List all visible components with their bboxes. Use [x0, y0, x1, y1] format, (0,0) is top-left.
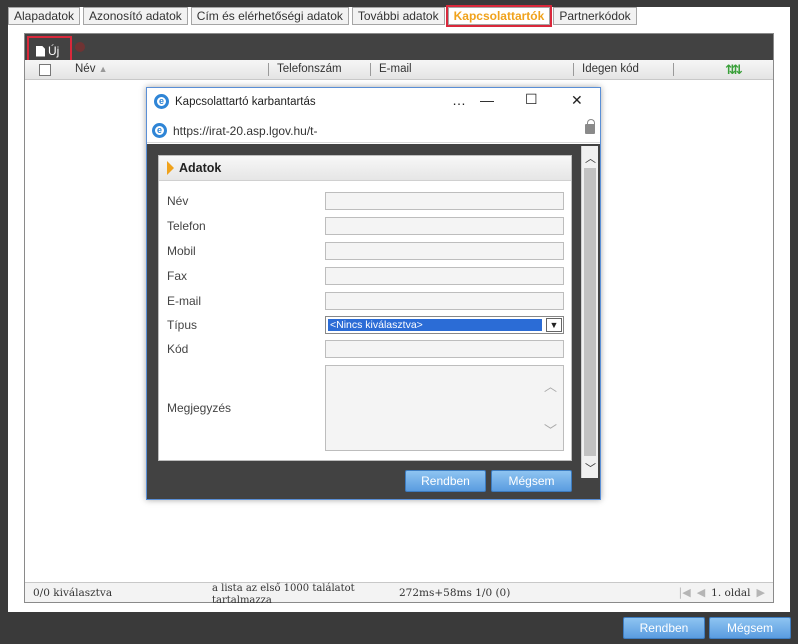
tab-azonosito-adatok[interactable]: Azonosító adatok — [83, 7, 188, 25]
column-header-email[interactable]: E-mail — [379, 63, 412, 75]
scrollbar-thumb[interactable] — [584, 168, 596, 456]
selection-count: 0/0 kiválasztva — [33, 587, 113, 599]
column-separator — [268, 63, 269, 76]
tab-bar: Alapadatok Azonosító adatok Cím és elérh… — [8, 5, 640, 27]
tab-alapadatok[interactable]: Alapadatok — [8, 7, 81, 25]
scroll-down-icon[interactable]: ﹀ — [582, 460, 599, 476]
phone-input[interactable] — [325, 217, 564, 235]
fax-input[interactable] — [325, 267, 564, 285]
tab-tovabbi-adatok[interactable]: További adatok — [351, 7, 445, 25]
form-panel: Adatok Név Telefon Mobil Fax E-mail Típu… — [158, 155, 572, 461]
expand-arrow-icon — [167, 161, 174, 175]
section-title: Adatok — [179, 161, 222, 175]
address-bar: e https://irat-20.asp.lgov.hu/t- — [147, 117, 600, 143]
select-all-checkbox[interactable] — [39, 64, 51, 76]
cancel-button[interactable]: Mégsem — [709, 617, 791, 639]
mobile-label: Mobil — [167, 244, 196, 258]
type-select-value: <Nincs kiválasztva> — [328, 319, 542, 331]
dialog-scrollbar[interactable]: ︿ ﹀ — [581, 146, 598, 478]
email-input[interactable] — [325, 292, 564, 310]
dialog-title: Kapcsolattartó karbantartás — [175, 96, 316, 108]
chevron-down-icon[interactable]: ▼ — [546, 318, 562, 332]
scroll-up-icon[interactable]: ︿ — [582, 150, 599, 166]
page-number: 1. oldal — [711, 586, 751, 599]
tab-partnerkodok[interactable]: Partnerkódok — [553, 7, 637, 25]
refresh-icon[interactable]: ⇅⇅ — [725, 62, 743, 78]
next-page-icon[interactable]: ▶ — [757, 586, 765, 599]
first-page-icon[interactable]: |◀ — [679, 586, 691, 599]
column-separator — [370, 63, 371, 76]
status-bar: 0/0 kiválasztva a lista az első 1000 tal… — [25, 582, 773, 606]
more-options-icon[interactable]: … — [452, 92, 466, 108]
sort-asc-icon: ▲ — [98, 64, 108, 74]
ok-button[interactable]: Rendben — [623, 617, 705, 639]
name-label: Név — [167, 194, 189, 208]
prev-page-icon[interactable]: ◀ — [697, 586, 705, 599]
toolbar: Új — [25, 34, 773, 66]
dialog-ok-button[interactable]: Rendben — [405, 470, 486, 492]
delete-icon[interactable] — [75, 42, 85, 52]
document-icon — [36, 45, 45, 57]
close-icon[interactable]: ✕ — [571, 92, 583, 109]
tab-cim-elerhetoseg[interactable]: Cím és elérhetőségi adatok — [190, 7, 349, 25]
tab-kapcsolattartok[interactable]: Kapcsolattartók — [445, 5, 553, 27]
lock-icon — [585, 119, 595, 134]
type-select[interactable]: <Nincs kiválasztva> ▼ — [325, 316, 564, 334]
section-header[interactable]: Adatok — [159, 156, 571, 181]
pager: |◀ ◀ 1. oldal ▶ — [679, 586, 765, 599]
code-label: Kód — [167, 342, 189, 356]
column-header-phone[interactable]: Telefonszám — [277, 63, 342, 75]
scroll-up-icon[interactable]: ︿ — [544, 376, 557, 395]
column-header-foreign-code[interactable]: Idegen kód — [582, 63, 639, 75]
column-separator — [573, 63, 574, 76]
new-button-label: Új — [48, 44, 60, 58]
grid-header: Név ▲ Telefonszám E-mail Idegen kód ⇅⇅ — [25, 60, 773, 80]
contact-dialog: e Kapcsolattartó karbantartás … — ☐ ✕ e … — [146, 87, 601, 500]
dialog-body: Adatok Név Telefon Mobil Fax E-mail Típu… — [147, 144, 600, 499]
name-input[interactable] — [325, 192, 564, 210]
fax-label: Fax — [167, 269, 188, 283]
minimize-icon[interactable]: — — [480, 92, 494, 108]
dialog-titlebar: e Kapcsolattartó karbantartás … — ☐ ✕ — [147, 88, 600, 116]
phone-label: Telefon — [167, 219, 206, 233]
column-separator — [673, 63, 674, 76]
timing-info: 272ms+58ms 1/0 (0) — [399, 587, 511, 599]
browser-icon: e — [154, 94, 169, 109]
note-label: Megjegyzés — [167, 401, 232, 415]
email-label: E-mail — [167, 294, 202, 308]
code-input[interactable] — [325, 340, 564, 358]
column-header-name[interactable]: Név ▲ — [75, 63, 108, 75]
address-url: https://irat-20.asp.lgov.hu/t- — [173, 124, 318, 138]
note-textarea[interactable]: ︿ ﹀ — [325, 365, 564, 451]
type-label: Típus — [167, 318, 198, 332]
browser-icon: e — [152, 123, 167, 138]
list-limit-note: a lista az első 1000 találatot tartalmaz… — [212, 583, 355, 606]
scroll-down-icon[interactable]: ﹀ — [544, 420, 557, 439]
dialog-cancel-button[interactable]: Mégsem — [491, 470, 572, 492]
maximize-icon[interactable]: ☐ — [525, 91, 538, 108]
mobile-input[interactable] — [325, 242, 564, 260]
